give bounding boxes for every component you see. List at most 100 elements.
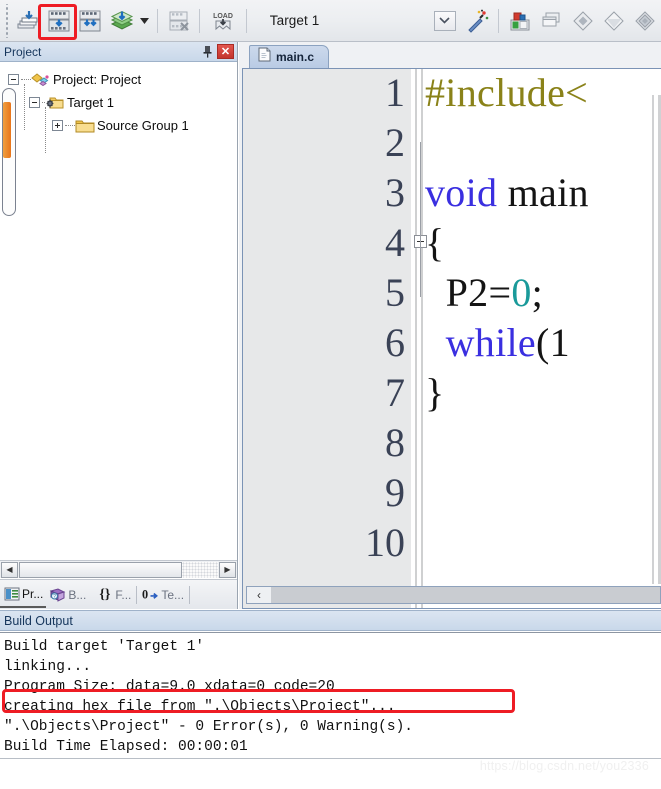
code-line[interactable]: 2 (243, 117, 661, 167)
project-horizontal-scrollbar[interactable]: ◀ ▶ (0, 560, 237, 578)
project-tree: Project: Project Target 1 Source Group 1 (0, 62, 237, 153)
chevron-down-icon[interactable] (433, 10, 456, 31)
code-line[interactable]: 8 (243, 417, 661, 467)
scroll-left-icon[interactable]: ◀ (1, 561, 18, 578)
target-selector[interactable]: Target 1 (258, 2, 462, 40)
tree-item-target[interactable]: Target 1 (0, 91, 237, 114)
code-line[interactable]: 4{ (243, 217, 661, 267)
line-number: 10 (365, 519, 405, 565)
expander-minus-icon[interactable] (8, 74, 19, 85)
line-number: 2 (385, 119, 405, 165)
code-text: #include< (425, 69, 588, 115)
tab-books[interactable]: ? B... (46, 582, 89, 608)
build-output-line: linking... (4, 659, 92, 675)
tree-item-source-group[interactable]: Source Group 1 (0, 114, 237, 137)
toolbar-drag-handle[interactable] (3, 3, 12, 38)
diamond-light-icon[interactable] (599, 6, 628, 36)
editor-area: main.c 1 #include< 2 3 void main 4{5 P2=0; 6 w… (239, 42, 661, 609)
toolbar-separator-4 (498, 8, 500, 33)
tab-separator (136, 585, 138, 604)
svg-text:LOAD: LOAD (213, 13, 233, 20)
build-output-line: Build target 'Target 1' (4, 639, 205, 655)
tab-functions[interactable]: {} F... (93, 582, 134, 608)
build-output-line: ".\Objects\Project" - 0 Error(s), 0 Warn… (4, 719, 413, 735)
project-icon (31, 72, 49, 88)
braces-icon: {} (99, 586, 111, 602)
build-icon[interactable] (44, 6, 73, 36)
rebuild-icon[interactable] (76, 6, 105, 36)
line-number: 3 (385, 169, 405, 215)
code-line[interactable]: 7} (243, 367, 661, 417)
code-line[interactable]: 6 while(1 (243, 317, 661, 367)
toolbar-separator-2 (199, 8, 201, 33)
diamond-multi-icon[interactable] (631, 6, 660, 36)
editor-tab-main-c[interactable]: main.c (249, 45, 330, 68)
tab-label: Pr... (22, 586, 44, 601)
books-icon: ? (49, 587, 66, 602)
build-output-text[interactable]: Build target 'Target 1' linking... Program… (0, 632, 661, 758)
code-line[interactable]: 1 #include< (243, 69, 661, 117)
tab-project[interactable]: Pr... (0, 582, 47, 608)
editor-vertical-scrollbar[interactable] (649, 95, 661, 584)
expander-minus-icon[interactable] (29, 97, 40, 108)
scrollbar-thumb[interactable] (19, 561, 182, 578)
line-number: 4 (385, 219, 405, 265)
line-number: 1 (385, 69, 405, 115)
scroll-right-icon[interactable]: ▶ (219, 561, 236, 578)
scrollbar-thumb[interactable] (271, 587, 660, 603)
fold-region-bar (420, 142, 421, 297)
project-panel: Project ✕ Project: Project Target 1 Sour… (0, 42, 238, 609)
project-window-icon (3, 586, 20, 601)
templates-icon: 0 (142, 587, 159, 602)
editor-tabstrip: main.c (239, 42, 661, 68)
tab-label: Te... (161, 587, 185, 602)
tab-separator-2 (189, 585, 191, 604)
manage-components-icon[interactable] (505, 6, 534, 36)
code-editor[interactable]: 1 #include< 2 3 void main 4{5 P2=0; 6 while(1 7… (242, 68, 661, 609)
code-line[interactable]: 10 (243, 517, 661, 567)
build-output-title: Build Output (4, 613, 73, 628)
build-output-line: Program Size: data=9.0 xdata=0 code=20 (4, 679, 335, 695)
load-icon[interactable]: LOAD (206, 6, 239, 36)
tree-item-label: Project: Project (53, 72, 142, 87)
toolbar-separator (157, 8, 159, 33)
tree-item-project[interactable]: Project: Project (0, 68, 237, 91)
batch-build-dropdown-icon[interactable] (138, 6, 151, 36)
translate-icon[interactable] (13, 6, 42, 36)
line-number: 5 (385, 269, 405, 315)
scroll-left-icon[interactable]: ‹ (248, 587, 270, 603)
main-toolbar: LOAD Target 1 (0, 0, 661, 42)
tab-label: F... (115, 587, 132, 602)
line-number: 9 (385, 469, 405, 515)
scrollbar-track[interactable] (182, 561, 218, 578)
diamond-icon[interactable] (568, 6, 597, 36)
batch-build-icon[interactable] (107, 6, 136, 36)
build-output-line-highlighted: creating hex file from ".\Objects\Projec… (4, 699, 396, 715)
code-text: void main (425, 169, 589, 215)
editor-tab-label: main.c (276, 50, 315, 64)
target-value: Target 1 (269, 13, 320, 28)
line-number: 7 (385, 369, 405, 415)
close-icon[interactable]: ✕ (217, 44, 234, 59)
code-line[interactable]: 9 (243, 467, 661, 517)
tab-label: B... (68, 587, 87, 602)
build-output-line: Build Time Elapsed: 00:00:01 (4, 739, 248, 755)
pin-icon[interactable] (199, 44, 215, 60)
project-panel-title: Project (4, 44, 42, 59)
tree-item-label: Target 1 (67, 95, 114, 110)
code-line[interactable]: 5 P2=0; (243, 267, 661, 317)
code-text: while(1 (445, 319, 570, 365)
code-text: } (425, 369, 445, 415)
windows-icon[interactable] (537, 6, 566, 36)
magic-wand-icon[interactable] (463, 6, 492, 36)
expander-plus-icon[interactable] (52, 120, 63, 131)
editor-horizontal-scrollbar[interactable]: ‹ (246, 586, 661, 604)
line-number: 6 (385, 319, 405, 365)
stop-build-icon[interactable] (164, 6, 193, 36)
code-line[interactable]: 3 void main (243, 167, 661, 217)
tab-templates[interactable]: 0 Te... (139, 582, 187, 608)
project-panel-titlebar: Project ✕ (0, 42, 237, 62)
panel-vertical-scrollbar-thumb[interactable] (3, 102, 11, 158)
code-text: P2=0; (425, 269, 544, 315)
watermark: https://blog.csdn.net/you2336 (479, 759, 649, 773)
